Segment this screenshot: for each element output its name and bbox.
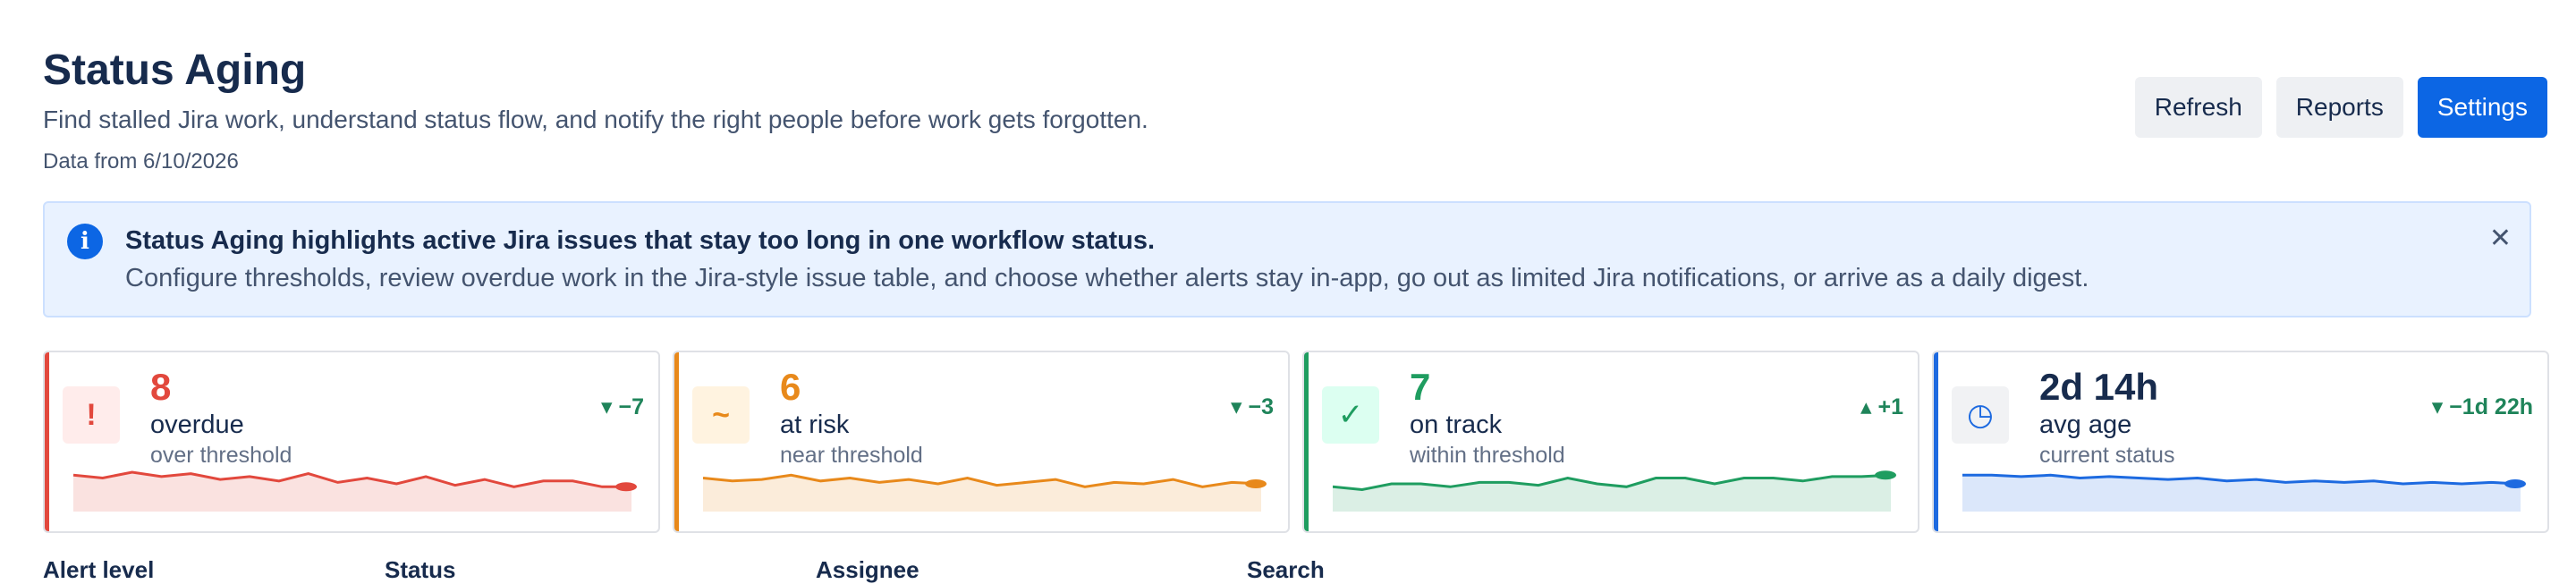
check-icon: ✓ xyxy=(1322,386,1379,444)
card-accent xyxy=(45,352,49,531)
metric-value: 2d 14h xyxy=(2039,366,2159,408)
banner-body: Configure thresholds, review overdue wor… xyxy=(125,264,2089,292)
metric-label: avg age xyxy=(2039,410,2132,439)
close-icon[interactable]: ✕ xyxy=(2489,223,2512,254)
page-subtitle: Find stalled Jira work, understand statu… xyxy=(43,106,1148,133)
settings-button[interactable]: Settings xyxy=(2417,77,2547,138)
metric-delta: ▾ −1d 22h xyxy=(2431,394,2533,419)
metric-card-at-risk[interactable]: ~ 6 at risk near threshold ▾ −3 xyxy=(673,351,1290,533)
data-date: Data from 6/10/2026 xyxy=(43,149,239,174)
metric-label: on track xyxy=(1410,410,1503,439)
sparkline xyxy=(703,473,1267,512)
reports-button[interactable]: Reports xyxy=(2275,77,2403,138)
tilde-icon: ~ xyxy=(692,386,750,444)
status-aging-page: Status Aging Find stalled Jira work, und… xyxy=(0,0,2576,583)
clock-icon: ◷ xyxy=(1952,386,2009,444)
sparkline-end-dot xyxy=(2504,479,2526,488)
page-header: Status Aging Find stalled Jira work, und… xyxy=(43,45,1148,175)
refresh-button[interactable]: Refresh xyxy=(2134,77,2262,138)
sparkline xyxy=(1333,470,1896,512)
card-accent xyxy=(1934,352,1938,531)
filter-bar: Alert level Status Assignee Search xyxy=(43,556,2531,583)
header-actions: Refresh Reports Settings xyxy=(2134,77,2547,138)
metric-cards: ! 8 overdue over threshold ▾ −7 ~ 6 at r… xyxy=(43,351,2549,533)
exclamation-icon: ! xyxy=(63,386,120,444)
metric-delta: ▾ −3 xyxy=(1231,394,1274,419)
sparkline-end-dot xyxy=(615,482,637,492)
page-title: Status Aging xyxy=(43,47,307,94)
sparkline-end-dot xyxy=(1875,470,1896,480)
metric-sublabel: over threshold xyxy=(150,443,292,468)
banner-title: Status Aging highlights active Jira issu… xyxy=(125,226,1156,255)
info-icon: i xyxy=(67,224,103,259)
metric-value: 6 xyxy=(780,366,801,408)
metric-sublabel: current status xyxy=(2039,443,2175,468)
metric-card-on-track[interactable]: ✓ 7 on track within threshold ▴ +1 xyxy=(1302,351,1919,533)
metric-label: at risk xyxy=(780,410,850,439)
metric-label: overdue xyxy=(150,410,244,439)
metric-delta: ▾ −7 xyxy=(601,394,644,419)
card-accent xyxy=(1304,352,1309,531)
sparkline xyxy=(1962,473,2526,512)
metric-value: 7 xyxy=(1410,366,1431,408)
metric-value: 8 xyxy=(150,366,172,408)
sparkline-area xyxy=(73,472,631,512)
sparkline-end-dot xyxy=(1245,479,1267,488)
metric-sublabel: near threshold xyxy=(780,443,923,468)
metric-sublabel: within threshold xyxy=(1410,443,1565,468)
metric-card-overdue[interactable]: ! 8 overdue over threshold ▾ −7 xyxy=(43,351,660,533)
metric-card-avg-age[interactable]: ◷ 2d 14h avg age current status ▾ −1d 22… xyxy=(1932,351,2549,533)
sparkline xyxy=(73,470,637,512)
card-accent xyxy=(674,352,679,531)
info-banner: i Status Aging highlights active Jira is… xyxy=(43,201,2531,317)
metric-delta: ▴ +1 xyxy=(1860,394,1903,419)
